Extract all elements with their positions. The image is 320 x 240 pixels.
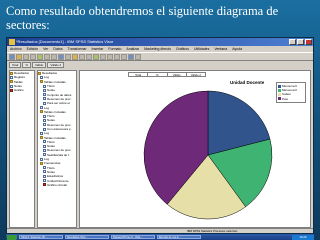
- legend-swatch: [278, 92, 281, 96]
- document-icon: [43, 123, 46, 127]
- document-icon: [40, 106, 43, 110]
- document-icon: [43, 166, 46, 170]
- insert-icon[interactable]: [86, 54, 92, 60]
- chart-legend: Merxema II Merxema II Cabes Poto: [276, 82, 306, 103]
- window-titlebar: *Resultados [Documento1] - IBM SPSS Stat…: [7, 38, 313, 46]
- goto-data-icon[interactable]: [51, 54, 57, 60]
- status-bar: IBM SPSS Statistics Processor está listo: [7, 228, 313, 233]
- taskbar-item[interactable]: Ejemplo de uso d...: [157, 235, 201, 239]
- export-icon[interactable]: [30, 54, 36, 60]
- folder-icon: [10, 80, 13, 84]
- document-icon: [40, 157, 43, 161]
- document-icon: [43, 93, 46, 97]
- document-icon: [43, 84, 46, 88]
- folder-icon: [10, 71, 13, 75]
- hide-icon[interactable]: [135, 54, 141, 60]
- document-icon: [43, 101, 46, 105]
- open-icon[interactable]: [9, 54, 15, 60]
- document-icon: [40, 131, 43, 135]
- tab-percent[interactable]: %: [22, 62, 32, 68]
- tab-valid[interactable]: Válido: [32, 62, 47, 68]
- taskbar: Tabla 6, Sistemas 1B - ... Resultados (D…: [6, 234, 314, 240]
- folder-icon: [40, 110, 43, 114]
- tab-total[interactable]: Total: [9, 62, 22, 68]
- tab-valid-2[interactable]: Válido 2: [47, 62, 65, 68]
- tree-item[interactable]: Gráfico: [10, 88, 34, 92]
- document-icon: [43, 170, 46, 174]
- document-icon: [43, 118, 46, 122]
- legend-swatch: [278, 88, 281, 92]
- show-icon[interactable]: [128, 54, 134, 60]
- minimize-button[interactable]: [289, 39, 296, 45]
- save-icon[interactable]: [16, 54, 22, 60]
- chart-icon: [10, 88, 13, 92]
- close-button[interactable]: [305, 39, 312, 45]
- document-icon: [43, 114, 46, 118]
- document-icon: [43, 88, 46, 92]
- outline-navigation-pane: Resultados Log Tablas cruzadas Título No…: [37, 70, 77, 228]
- document-icon: [43, 153, 46, 157]
- app-icon: [9, 39, 15, 45]
- document-icon: [43, 144, 46, 148]
- slide-caption: Como resultado obtendremos el siguiente …: [6, 4, 279, 32]
- output-viewer[interactable]: Total % Válido Válido 2 Unidad Docente M…: [79, 70, 311, 228]
- select-icon[interactable]: [93, 54, 99, 60]
- folder-icon: [38, 71, 41, 75]
- pivot-tabstrip: Total % Válido Válido 2: [7, 61, 313, 69]
- start-button[interactable]: [7, 234, 17, 240]
- expand-icon[interactable]: [114, 54, 120, 60]
- print-icon[interactable]: [23, 54, 29, 60]
- taskbar-item[interactable]: PasswordThree 8 - Vista ...: [111, 235, 155, 239]
- tree-item[interactable]: Gráfico circular: [38, 183, 76, 187]
- chart-title: Unidad Docente: [230, 80, 265, 85]
- folder-icon: [40, 161, 43, 165]
- undo-icon[interactable]: [37, 54, 43, 60]
- document-icon: [10, 84, 13, 88]
- legend-swatch: [278, 97, 281, 101]
- folder-icon: [40, 80, 43, 84]
- document-icon: [43, 148, 46, 152]
- variables-icon[interactable]: [65, 54, 71, 60]
- toolbar: [7, 52, 313, 61]
- goto-case-icon[interactable]: [58, 54, 64, 60]
- document-icon: [43, 127, 46, 131]
- window-controls: [289, 39, 312, 45]
- spss-viewer-window: *Resultados [Documento1] - IBM SPSS Stat…: [6, 37, 314, 234]
- document-icon: [43, 97, 46, 101]
- taskbar-item[interactable]: Tabla 6, Sistemas 1B - ...: [19, 235, 63, 239]
- find-icon[interactable]: [79, 54, 85, 60]
- window-title: *Resultados [Documento1] - IBM SPSS Stat…: [16, 39, 114, 44]
- promote-icon[interactable]: [100, 54, 106, 60]
- legend-swatch: [278, 84, 281, 88]
- demote-icon[interactable]: [107, 54, 113, 60]
- chart-icon: [43, 183, 46, 187]
- document-icon: [43, 179, 46, 183]
- document-icon: [10, 75, 13, 79]
- collapse-icon[interactable]: [121, 54, 127, 60]
- taskbar-clock: 16:26: [292, 234, 314, 240]
- folder-icon: [40, 136, 43, 140]
- redo-icon[interactable]: [44, 54, 50, 60]
- document-icon: [43, 140, 46, 144]
- maximize-button[interactable]: [297, 39, 304, 45]
- taskbar-item[interactable]: Resultados (Doc...: [65, 235, 109, 239]
- chart-icon[interactable]: [72, 54, 78, 60]
- document-icon: [40, 75, 43, 79]
- left-outline-pane: Resultados Registro Tablas Notas Gráfico: [9, 70, 35, 228]
- document-icon: [43, 174, 46, 178]
- legend-entry: Poto: [278, 97, 304, 101]
